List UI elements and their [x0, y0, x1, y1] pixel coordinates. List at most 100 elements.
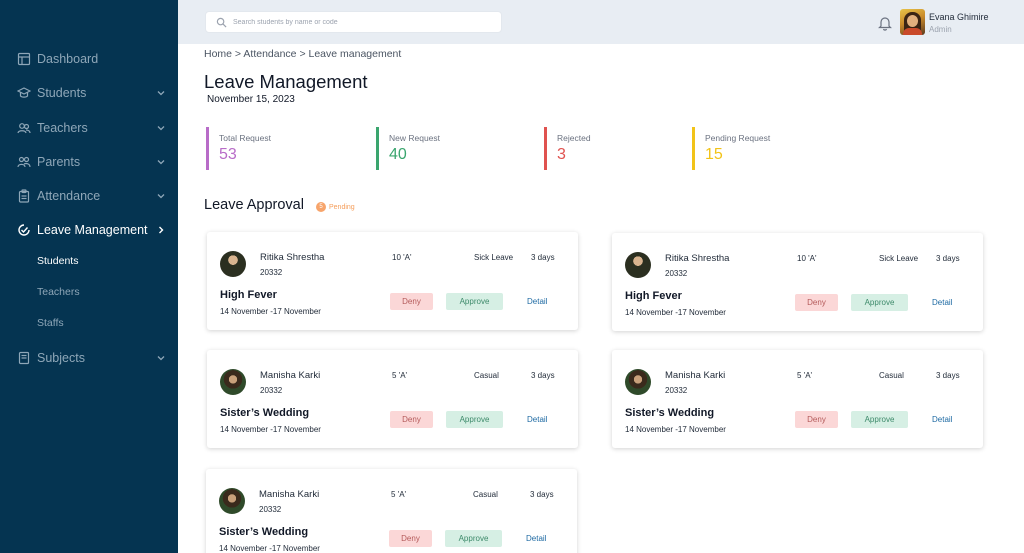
approve-button[interactable]: Approve: [851, 294, 908, 311]
stat-label: Total Request: [219, 133, 271, 143]
leave-dates: 14 November -17 November: [220, 425, 321, 434]
leave-dates: 14 November -17 November: [625, 308, 726, 317]
approve-button[interactable]: Approve: [445, 530, 502, 547]
student-id: 20332: [260, 386, 283, 395]
detail-link[interactable]: Detail: [527, 415, 547, 424]
sidebar-subitem-students[interactable]: Students: [37, 255, 78, 267]
approve-button[interactable]: Approve: [851, 411, 908, 428]
leave-reason: Sister’s Wedding: [219, 526, 309, 538]
approve-button[interactable]: Approve: [446, 293, 503, 310]
detail-link[interactable]: Detail: [526, 534, 546, 543]
chevron-down-icon: [156, 353, 166, 363]
leave-days: 3 days: [531, 371, 555, 380]
user-name: Evana Ghimire: [929, 12, 989, 22]
sidebar-subitem-teachers[interactable]: Teachers: [37, 286, 80, 298]
detail-link[interactable]: Detail: [932, 415, 952, 424]
graduation-cap-icon: [17, 86, 31, 100]
student-class: 10 'A': [392, 253, 412, 262]
leave-reason: Sister’s Wedding: [625, 407, 715, 419]
deny-button[interactable]: Deny: [795, 411, 838, 428]
deny-button[interactable]: Deny: [389, 530, 432, 547]
leave-card: Manisha Karki 20332 5 'A' Casual 3 days …: [612, 350, 983, 448]
student-id: 20332: [259, 505, 282, 514]
sidebar-item-leave-management[interactable]: Leave Management: [17, 219, 166, 241]
student-id: 20332: [665, 386, 688, 395]
avatar: [625, 252, 651, 278]
book-icon: [17, 351, 31, 365]
breadcrumb[interactable]: Home > Attendance > Leave management: [204, 48, 401, 60]
leave-type: Casual: [474, 371, 499, 380]
avatar: [625, 369, 651, 395]
student-name: Manisha Karki: [259, 489, 320, 500]
sidebar-item-attendance[interactable]: Attendance: [17, 185, 166, 207]
sidebar: Dashboard Students Teachers Parents Atte…: [0, 0, 178, 553]
leave-dates: 14 November -17 November: [220, 307, 321, 316]
detail-link[interactable]: Detail: [527, 297, 547, 306]
stat-value: 15: [705, 146, 723, 163]
leave-reason: High Fever: [625, 290, 682, 302]
student-class: 5 'A': [392, 371, 408, 380]
sidebar-item-subjects[interactable]: Subjects: [17, 347, 166, 369]
sidebar-item-label: Students: [37, 86, 87, 100]
student-class: 5 'A': [391, 490, 407, 499]
student-class: 10 'A': [797, 254, 817, 263]
sidebar-subitem-staffs[interactable]: Staffs: [37, 317, 64, 329]
sidebar-item-label: Teachers: [37, 121, 88, 135]
avatar[interactable]: [900, 9, 925, 35]
stat-label: New Request: [389, 133, 441, 143]
avatar: [220, 369, 246, 395]
student-name: Ritika Shrestha: [260, 252, 325, 263]
pending-label: Pending: [329, 203, 355, 211]
stat-new-request: New Request 40: [376, 127, 440, 170]
deny-button[interactable]: Deny: [390, 293, 433, 310]
chevron-right-icon: [156, 225, 166, 235]
pending-badge: 5 Pending: [316, 202, 355, 212]
leave-dates: 14 November -17 November: [625, 425, 726, 434]
stat-label: Rejected: [557, 133, 591, 143]
sidebar-item-dashboard[interactable]: Dashboard: [17, 48, 166, 70]
stat-label: Pending Request: [705, 133, 771, 143]
sidebar-item-label: Attendance: [37, 189, 101, 203]
bell-icon[interactable]: [878, 15, 892, 31]
leave-icon: [17, 223, 31, 237]
chevron-down-icon: [156, 191, 166, 201]
leave-days: 3 days: [530, 490, 554, 499]
leave-days: 3 days: [531, 253, 555, 262]
stat-value: 53: [219, 146, 237, 163]
clipboard-icon: [17, 189, 31, 203]
leave-dates: 14 November -17 November: [219, 544, 320, 553]
deny-button[interactable]: Deny: [795, 294, 838, 311]
section-title: Leave Approval: [204, 197, 304, 213]
leave-reason: Sister’s Wedding: [220, 407, 310, 419]
chevron-down-icon: [156, 123, 166, 133]
page-title: Leave Management: [204, 71, 368, 92]
student-id: 20332: [260, 268, 283, 277]
leave-type: Sick Leave: [879, 254, 919, 263]
search-bar[interactable]: [205, 11, 502, 33]
leave-type: Casual: [879, 371, 904, 380]
leave-type: Sick Leave: [474, 253, 514, 262]
sidebar-item-teachers[interactable]: Teachers: [17, 117, 166, 139]
stat-value: 40: [389, 146, 407, 163]
dashboard-icon: [17, 52, 31, 66]
search-input[interactable]: [233, 18, 483, 26]
sidebar-item-students[interactable]: Students: [17, 82, 166, 104]
chevron-down-icon: [156, 88, 166, 98]
pending-count: 5: [316, 202, 326, 212]
user-role: Admin: [929, 25, 952, 34]
stat-pending-request: Pending Request 15: [692, 127, 770, 170]
deny-button[interactable]: Deny: [390, 411, 433, 428]
leave-card: Manisha Karki 20332 5 'A' Casual 3 days …: [207, 350, 578, 448]
approve-button[interactable]: Approve: [446, 411, 503, 428]
leave-days: 3 days: [936, 254, 960, 263]
leave-reason: High Fever: [220, 289, 277, 301]
avatar: [220, 251, 246, 277]
detail-link[interactable]: Detail: [932, 298, 952, 307]
leave-card: Ritika Shrestha 20332 10 'A' Sick Leave …: [207, 232, 578, 330]
topbar: Evana Ghimire Admin: [178, 0, 1024, 44]
leave-card: Manisha Karki 20332 5 'A' Casual 3 days …: [206, 469, 577, 553]
sidebar-item-parents[interactable]: Parents: [17, 151, 166, 173]
leave-type: Casual: [473, 490, 498, 499]
stat-total-request: Total Request 53: [206, 127, 271, 170]
stat-value: 3: [557, 146, 566, 163]
